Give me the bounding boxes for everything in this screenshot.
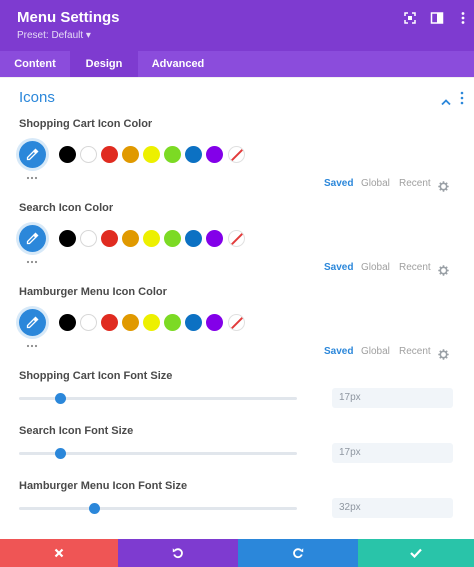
- color-swatch[interactable]: [101, 314, 118, 331]
- palette-tab-recent[interactable]: Recent: [399, 346, 431, 357]
- more-options-icon[interactable]: [456, 11, 470, 25]
- settings-tabs: Content Design Advanced: [0, 51, 474, 77]
- tab-content[interactable]: Content: [0, 51, 70, 77]
- color-swatch[interactable]: [206, 314, 223, 331]
- section-title[interactable]: Icons: [19, 89, 55, 106]
- color-swatch[interactable]: [122, 146, 139, 163]
- color-picker-button[interactable]: [19, 225, 46, 252]
- undo-button[interactable]: [118, 539, 238, 567]
- tab-advanced[interactable]: Advanced: [138, 51, 218, 77]
- size-slider-track[interactable]: [19, 507, 297, 510]
- eyedropper-icon: [26, 232, 39, 245]
- size-slider-handle[interactable]: [89, 503, 100, 514]
- color-swatch[interactable]: [143, 230, 160, 247]
- modal-title: Menu Settings: [17, 9, 120, 26]
- no-color-swatch[interactable]: [228, 314, 245, 331]
- color-swatch[interactable]: [122, 230, 139, 247]
- more-colors-icon[interactable]: [26, 172, 38, 180]
- color-swatch[interactable]: [122, 314, 139, 331]
- redo-button[interactable]: [238, 539, 358, 567]
- color-field-label: Hamburger Menu Icon Color: [19, 286, 167, 298]
- size-value-input[interactable]: 32px: [332, 498, 453, 518]
- palette-tab-global[interactable]: Global: [361, 262, 390, 273]
- sidebar-toggle-icon[interactable]: [430, 11, 444, 25]
- size-value-input[interactable]: 17px: [332, 388, 453, 408]
- size-value-input[interactable]: 17px: [332, 443, 453, 463]
- section-options-icon[interactable]: [460, 91, 464, 105]
- no-color-swatch[interactable]: [228, 146, 245, 163]
- gear-icon[interactable]: [438, 179, 449, 192]
- palette-tab-recent[interactable]: Recent: [399, 178, 431, 189]
- cancel-button[interactable]: [0, 539, 118, 567]
- color-swatch[interactable]: [59, 230, 76, 247]
- size-field-label: Search Icon Font Size: [19, 425, 134, 437]
- divider: [0, 77, 474, 78]
- settings-content: Icons Shopping Cart Icon Color Saved Globa…: [0, 77, 474, 539]
- color-field-label: Shopping Cart Icon Color: [19, 118, 153, 130]
- color-swatch[interactable]: [59, 314, 76, 331]
- color-swatch[interactable]: [185, 146, 202, 163]
- color-picker-button[interactable]: [19, 309, 46, 336]
- more-colors-icon[interactable]: [26, 256, 38, 264]
- color-swatch[interactable]: [164, 230, 181, 247]
- color-picker-button[interactable]: [19, 141, 46, 168]
- color-swatch[interactable]: [206, 146, 223, 163]
- color-swatch[interactable]: [143, 146, 160, 163]
- redo-icon: [293, 548, 304, 559]
- size-slider-handle[interactable]: [55, 393, 66, 404]
- color-swatch[interactable]: [80, 314, 97, 331]
- check-icon: [410, 548, 422, 558]
- color-swatch[interactable]: [164, 146, 181, 163]
- expand-icon[interactable]: [403, 11, 417, 25]
- color-swatch[interactable]: [185, 230, 202, 247]
- palette-tab-saved[interactable]: Saved: [324, 178, 353, 189]
- undo-icon: [172, 548, 183, 559]
- color-swatch[interactable]: [59, 146, 76, 163]
- palette-tab-recent[interactable]: Recent: [399, 262, 431, 273]
- color-swatch[interactable]: [206, 230, 223, 247]
- no-color-swatch[interactable]: [228, 230, 245, 247]
- color-swatch[interactable]: [101, 230, 118, 247]
- palette-tab-saved[interactable]: Saved: [324, 346, 353, 357]
- gear-icon[interactable]: [438, 263, 449, 276]
- save-button[interactable]: [358, 539, 474, 567]
- more-colors-icon[interactable]: [26, 340, 38, 348]
- size-field-label: Shopping Cart Icon Font Size: [19, 370, 173, 382]
- color-swatch[interactable]: [164, 314, 181, 331]
- color-swatch[interactable]: [143, 314, 160, 331]
- chevron-up-icon[interactable]: [441, 93, 451, 106]
- gear-icon[interactable]: [438, 347, 449, 360]
- tab-design[interactable]: Design: [70, 51, 138, 77]
- size-slider-handle[interactable]: [55, 448, 66, 459]
- eyedropper-icon: [26, 316, 39, 329]
- palette-tab-saved[interactable]: Saved: [324, 262, 353, 273]
- color-swatch[interactable]: [185, 314, 202, 331]
- close-icon: [54, 548, 64, 558]
- color-swatch[interactable]: [80, 146, 97, 163]
- action-bar: [0, 539, 474, 567]
- settings-header: Menu Settings Preset: Default ▾: [0, 0, 474, 51]
- eyedropper-icon: [26, 148, 39, 161]
- color-swatch[interactable]: [80, 230, 97, 247]
- color-swatch[interactable]: [101, 146, 118, 163]
- palette-tab-global[interactable]: Global: [361, 178, 390, 189]
- color-field-label: Search Icon Color: [19, 202, 114, 214]
- palette-tab-global[interactable]: Global: [361, 346, 390, 357]
- size-field-label: Hamburger Menu Icon Font Size: [19, 480, 188, 492]
- preset-selector[interactable]: Preset: Default ▾: [17, 30, 91, 41]
